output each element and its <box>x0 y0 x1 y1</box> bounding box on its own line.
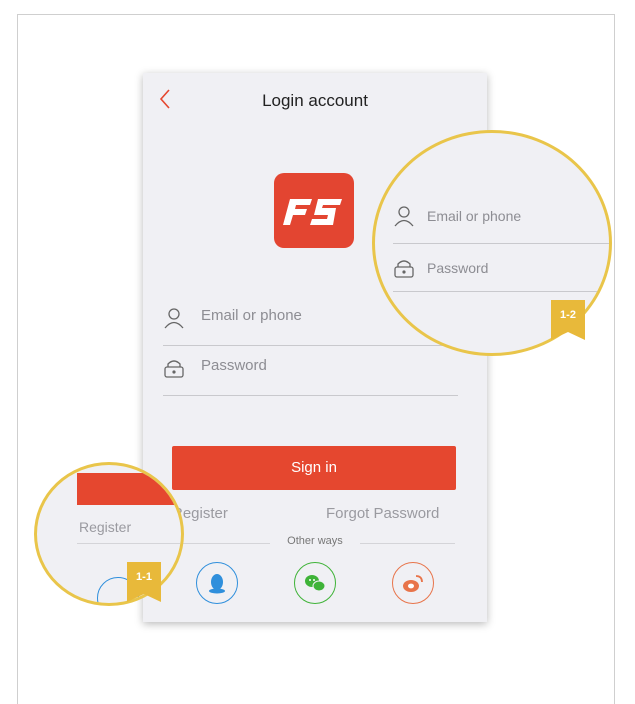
qq-login-button[interactable] <box>196 562 238 604</box>
user-icon <box>164 308 184 329</box>
weibo-icon <box>403 575 423 592</box>
user-icon <box>394 206 414 227</box>
wechat-icon <box>305 575 326 592</box>
weibo-login-button[interactable] <box>392 562 434 604</box>
qq-icon <box>209 574 225 594</box>
other-ways-label: Other ways <box>287 535 343 547</box>
zoom-email-placeholder: Email or phone <box>427 208 522 224</box>
sign-in-button[interactable]: Sign in <box>172 446 456 490</box>
app-logo <box>274 173 354 248</box>
zoom-sign-in-button <box>77 473 181 505</box>
email-placeholder: Email or phone <box>201 307 302 324</box>
zoom-divider <box>77 543 181 544</box>
zoom-email-field: Email or phone <box>393 195 609 244</box>
password-placeholder: Password <box>201 357 267 374</box>
wechat-login-button[interactable] <box>294 562 336 604</box>
zoom-password-placeholder: Password <box>427 260 489 276</box>
password-field[interactable]: Password <box>163 345 458 396</box>
forgot-password-link[interactable]: Forgot Password <box>326 505 439 522</box>
lock-icon <box>164 360 184 378</box>
fs-logo-icon <box>283 199 342 225</box>
page-title: Login account <box>262 91 368 110</box>
zoom-callout-left: Register <box>34 462 184 606</box>
zoom-register-link: Register <box>79 519 132 535</box>
divider-right <box>360 543 455 544</box>
zoom-password-field: Password <box>393 247 609 292</box>
lock-icon <box>394 260 414 278</box>
